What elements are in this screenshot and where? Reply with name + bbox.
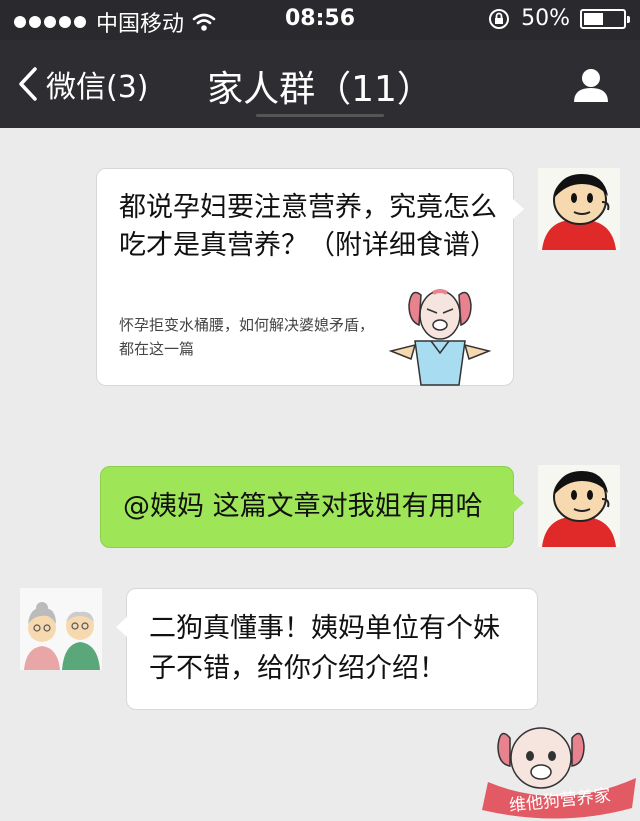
title-underline: [256, 114, 384, 117]
article-summary: 怀孕拒变水桶腰，如何解决婆媳矛盾，都在这一篇: [119, 316, 375, 358]
my-avatar[interactable]: [538, 465, 620, 547]
sent-message-bubble[interactable]: @姨妈 这篇文章对我姐有用哈: [100, 466, 524, 548]
dog-shrug-illustration: [388, 289, 492, 386]
bubble-tail: [513, 199, 524, 219]
status-right: 50%: [487, 6, 630, 31]
battery-percent: 50%: [521, 6, 570, 31]
cartoon-boy-avatar-icon: [538, 168, 620, 250]
status-bar: 中国移动 08:56 50%: [0, 0, 640, 40]
rotation-lock-icon: [489, 8, 510, 29]
article-title: 都说孕妇要注意营养，究竟怎么吃才是真营养？（附详细食谱）: [119, 192, 497, 261]
battery-icon: [580, 8, 630, 29]
sent-message-text: @姨妈 这篇文章对我姐有用哈: [123, 491, 483, 522]
cartoon-boy-avatar-icon: [538, 465, 620, 547]
article-card[interactable]: 都说孕妇要注意营养，究竟怎么吃才是真营养？（附详细食谱） 怀孕拒变水桶腰，如何解…: [96, 168, 524, 386]
sender-avatar[interactable]: [20, 588, 102, 670]
bubble-tail: [513, 493, 524, 513]
my-avatar[interactable]: [538, 168, 620, 250]
group-info-button[interactable]: [572, 66, 610, 108]
received-message-text: 二狗真懂事！姨妈单位有个妹子不错，给你介绍介绍！: [149, 613, 500, 684]
nav-bar: 微信(3) 家人群（11）: [0, 40, 640, 128]
received-message-bubble[interactable]: 二狗真懂事！姨妈单位有个妹子不错，给你介绍介绍！: [116, 588, 538, 710]
battery-fill: [584, 12, 603, 25]
person-icon: [574, 69, 608, 102]
grandparents-avatar-icon: [20, 588, 102, 670]
watermark-logo: 维他狗营养家: [482, 727, 636, 819]
chat-title: 家人群（11）: [207, 69, 433, 110]
bubble-tail: [116, 617, 127, 637]
